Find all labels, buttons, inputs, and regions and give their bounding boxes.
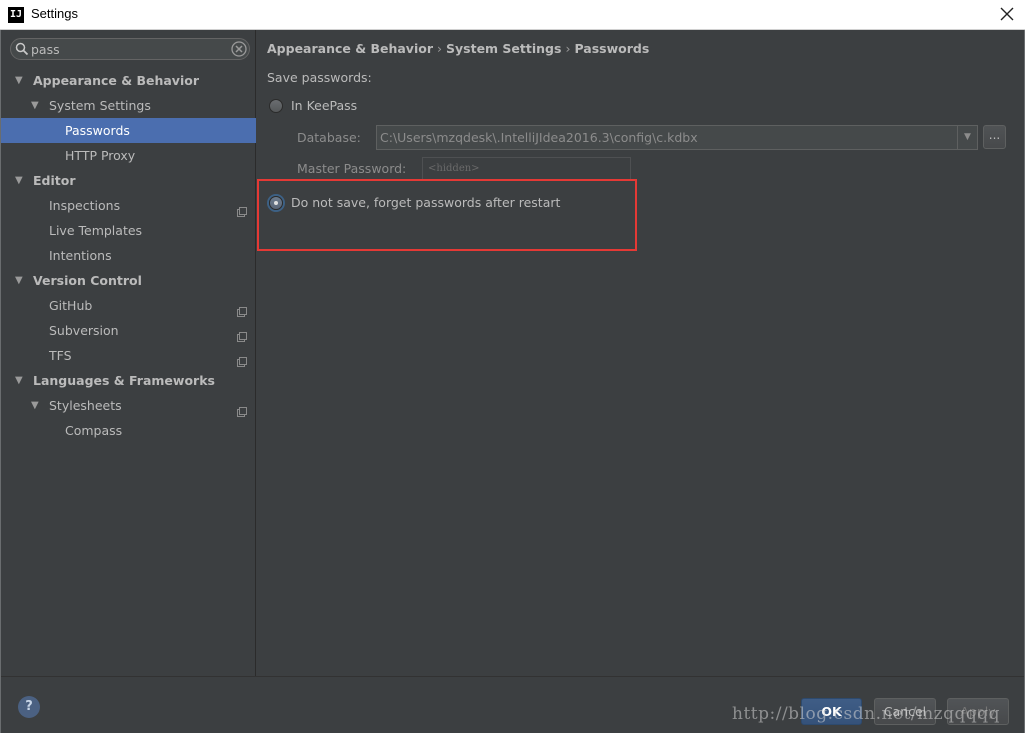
tree-item-appearance-behavior[interactable]: ▼ Appearance & Behavior	[1, 68, 256, 93]
passwords-settings-panel: Appearance & Behavior › System Settings › Pa…	[257, 30, 1023, 676]
help-icon[interactable]: ?	[18, 696, 40, 718]
chevron-down-icon[interactable]: ▼	[957, 126, 977, 149]
window-title: Settings	[31, 6, 78, 21]
tree-item-label: Version Control	[33, 273, 142, 288]
tree-item-passwords[interactable]: Passwords	[1, 118, 256, 143]
tree-item-tfs[interactable]: TFS	[1, 343, 256, 368]
tree-item-label: Subversion	[49, 323, 119, 338]
browse-database-button[interactable]: ...	[983, 125, 1006, 149]
tree-item-label: Stylesheets	[49, 398, 122, 413]
master-password-label: Master Password:	[297, 161, 407, 176]
breadcrumb-item: Appearance & Behavior	[267, 41, 433, 56]
close-icon[interactable]	[997, 4, 1017, 24]
tree-item-label: GitHub	[49, 298, 93, 313]
watermark-text: http://blog.csdn.net/mzqqqqq	[732, 704, 1001, 724]
title-bar: IJ Settings	[0, 0, 1025, 30]
tree-item-compass[interactable]: Compass	[1, 418, 256, 443]
breadcrumb-item: System Settings	[446, 41, 562, 56]
tree-item-label: System Settings	[49, 98, 151, 113]
breadcrumb: Appearance & Behavior › System Settings › Pa…	[267, 41, 649, 56]
master-password-placeholder: <hidden>	[428, 163, 480, 174]
in-keepass-label[interactable]: In KeePass	[291, 98, 357, 113]
tree-item-label: HTTP Proxy	[65, 148, 136, 163]
search-icon	[15, 42, 29, 59]
breadcrumb-separator: ›	[565, 41, 571, 56]
project-level-icon	[237, 300, 247, 317]
project-level-icon	[237, 200, 247, 217]
tree-item-label: Compass	[65, 423, 123, 438]
in-keepass-radio[interactable]	[269, 99, 283, 113]
tree-item-label: Inspections	[49, 198, 121, 213]
tree-item-github[interactable]: GitHub	[1, 293, 256, 318]
database-path-value: C:\Users\mzqdesk\.IntelliJIdea2016.3\con…	[380, 130, 698, 145]
database-label: Database:	[297, 130, 361, 145]
tree-item-label: Languages & Frameworks	[33, 373, 215, 388]
tree-item-editor[interactable]: ▼ Editor	[1, 168, 256, 193]
expand-arrow-icon[interactable]: ▼	[31, 393, 39, 418]
annotation-highlight-box	[257, 179, 637, 251]
expand-arrow-icon[interactable]: ▼	[15, 68, 23, 93]
tree-item-subversion[interactable]: Subversion	[1, 318, 256, 343]
project-level-icon	[237, 350, 247, 367]
breadcrumb-item: Passwords	[574, 41, 650, 56]
master-password-field[interactable]: <hidden>	[422, 157, 631, 181]
project-level-icon	[237, 400, 247, 417]
clear-search-icon[interactable]	[231, 41, 247, 60]
save-passwords-label: Save passwords:	[267, 70, 372, 85]
tree-item-label: Intentions	[49, 248, 112, 263]
settings-search-box[interactable]	[10, 38, 250, 60]
tree-item-label: Editor	[33, 173, 76, 188]
expand-arrow-icon[interactable]: ▼	[15, 368, 23, 393]
tree-item-inspections[interactable]: Inspections	[1, 193, 256, 218]
tree-item-intentions[interactable]: Intentions	[1, 243, 256, 268]
intellij-app-icon: IJ	[8, 7, 24, 23]
tree-item-label: Passwords	[65, 123, 130, 138]
project-level-icon	[237, 325, 247, 342]
tree-item-version-control[interactable]: ▼ Version Control	[1, 268, 256, 293]
database-path-combo[interactable]: C:\Users\mzqdesk\.IntelliJIdea2016.3\con…	[376, 125, 978, 150]
settings-sidebar: ▼ Appearance & Behavior ▼ System Setting…	[1, 30, 256, 676]
tree-item-label: TFS	[49, 348, 72, 363]
tree-item-stylesheets[interactable]: ▼ Stylesheets	[1, 393, 256, 418]
tree-item-system-settings[interactable]: ▼ System Settings	[1, 93, 256, 118]
tree-item-label: Appearance & Behavior	[33, 73, 199, 88]
tree-item-languages-frameworks[interactable]: ▼ Languages & Frameworks	[1, 368, 256, 393]
expand-arrow-icon[interactable]: ▼	[31, 93, 39, 118]
breadcrumb-separator: ›	[437, 41, 442, 56]
expand-arrow-icon[interactable]: ▼	[15, 168, 23, 193]
tree-item-label: Live Templates	[49, 223, 143, 238]
tree-item-live-templates[interactable]: Live Templates	[1, 218, 256, 243]
tree-item-http-proxy[interactable]: HTTP Proxy	[1, 143, 256, 168]
search-input[interactable]	[31, 42, 221, 57]
expand-arrow-icon[interactable]: ▼	[15, 268, 23, 293]
